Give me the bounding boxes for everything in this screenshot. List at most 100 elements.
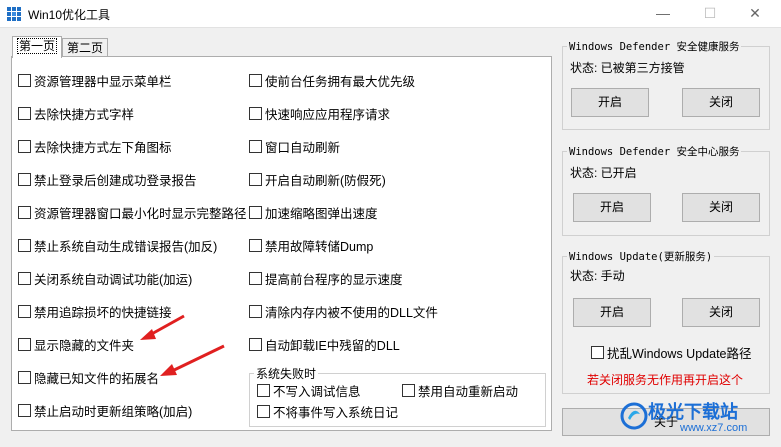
option-label: 不将事件写入系统日记 [273,405,399,420]
system-failure-group: 系统失败时 不写入调试信息 禁用自动重新启动 不将事件写入系统日记 [249,365,546,427]
windows-update-status: 状态: 手动 [570,269,625,283]
option-show-menu-bar[interactable]: 资源管理器中显示菜单栏 [18,72,172,89]
red-arrow-icon [140,314,185,340]
checkbox[interactable] [249,73,262,87]
option-remove-shortcut-text[interactable]: 去除快捷方式字样 [18,105,135,122]
checkbox[interactable] [18,106,31,120]
defender-health-title: Windows Defender 安全健康服务 [567,39,742,54]
option-label: 禁用故障转储Dump [265,239,374,254]
option-foreground-display-speed[interactable]: 提高前台程序的显示速度 [249,270,403,287]
red-arrow-icon [160,344,225,376]
option-show-full-path[interactable]: 资源管理器窗口最小化时显示完整路径 [18,204,247,221]
checkbox[interactable] [18,271,31,285]
option-no-debug-info[interactable]: 不写入调试信息 [257,382,361,399]
window-title: Win10优化工具 [28,8,111,22]
defender-health-disable-button[interactable]: 关闭 [682,88,760,117]
option-label: 去除快捷方式字样 [34,107,135,122]
checkbox[interactable] [18,139,31,153]
checkbox[interactable] [249,238,262,252]
option-label: 资源管理器窗口最小化时显示完整路径 [34,206,247,221]
checkbox[interactable] [249,139,262,153]
option-label: 显示隐藏的文件夹 [34,338,135,353]
option-disable-auto-debug[interactable]: 关闭系统自动调试功能(加运) [18,270,193,287]
option-label: 隐藏已知文件的拓展名 [34,371,160,386]
checkbox[interactable] [249,337,262,351]
option-disable-gp-update[interactable]: 禁止启动时更新组策略(加启) [18,402,193,419]
windows-update-disable-button[interactable]: 关闭 [682,298,760,327]
option-disable-dump[interactable]: 禁用故障转储Dump [249,237,374,254]
defender-center-title: Windows Defender 安全中心服务 [567,144,742,159]
checkbox[interactable] [18,73,31,87]
option-scramble-update-path[interactable]: 扰乱Windows Update路径 [591,344,752,361]
close-button[interactable]: ✕ [735,0,775,28]
option-label: 使前台任务拥有最大优先级 [265,74,416,89]
option-no-event-log[interactable]: 不将事件写入系统日记 [257,403,399,420]
option-auto-refresh-antifreeze[interactable]: 开启自动刷新(防假死) [249,171,386,188]
option-foreground-priority[interactable]: 使前台任务拥有最大优先级 [249,72,416,89]
checkbox[interactable] [249,172,262,186]
checkbox[interactable] [249,271,262,285]
option-label: 禁止启动时更新组策略(加启) [34,404,193,419]
option-thumbnail-speed[interactable]: 加速缩略图弹出速度 [249,204,378,221]
option-label: 清除内存内被不使用的DLL文件 [265,305,438,320]
defender-center-enable-button[interactable]: 开启 [573,193,651,222]
checkbox[interactable] [591,345,604,359]
defender-center-disable-button[interactable]: 关闭 [682,193,760,222]
option-remove-shortcut-arrow[interactable]: 去除快捷方式左下角图标 [18,138,172,155]
option-disable-auto-restart[interactable]: 禁用自动重新启动 [402,382,519,399]
option-label: 资源管理器中显示菜单栏 [34,74,172,89]
system-failure-title: 系统失败时 [254,365,319,382]
option-label: 扰乱Windows Update路径 [607,346,752,361]
option-label: 关闭系统自动调试功能(加运) [34,272,193,287]
option-label: 禁用自动重新启动 [418,384,519,399]
defender-center-status: 状态: 已开启 [570,166,637,180]
checkbox[interactable] [18,238,31,252]
checkbox[interactable] [18,370,31,384]
checkbox[interactable] [18,172,31,186]
checkbox[interactable] [402,383,415,397]
tab-page-1[interactable]: 第一页 [12,36,63,58]
tab-page-1-label: 第一页 [17,38,58,54]
maximize-button[interactable]: ☐ [690,0,730,28]
checkbox[interactable] [18,304,31,318]
checkbox[interactable] [249,304,262,318]
checkbox[interactable] [257,383,270,397]
option-window-auto-refresh[interactable]: 窗口自动刷新 [249,138,340,155]
title-bar: Win10优化工具 — ☐ ✕ [0,0,781,28]
minimize-button[interactable]: — [643,0,683,28]
defender-health-group: Windows Defender 安全健康服务 状态: 已被第三方接管 开启 关… [562,39,770,130]
option-show-hidden-folders[interactable]: 显示隐藏的文件夹 [18,336,135,353]
windows-update-enable-button[interactable]: 开启 [573,298,651,327]
about-button[interactable]: 关于 [562,408,770,436]
option-clear-unused-dll[interactable]: 清除内存内被不使用的DLL文件 [249,303,438,320]
windows-update-title: Windows Update(更新服务) [567,249,715,264]
tab-page-2-label: 第二页 [67,41,104,55]
checkbox[interactable] [249,205,262,219]
option-label: 禁止系统自动生成错误报告(加反) [34,239,218,254]
windows-update-group: Windows Update(更新服务) 状态: 手动 开启 关闭 扰乱Wind… [562,249,770,394]
checkbox[interactable] [18,337,31,351]
tab-panel: 资源管理器中显示菜单栏 去除快捷方式字样 去除快捷方式左下角图标 禁止登录后创建… [11,56,552,431]
option-label: 去除快捷方式左下角图标 [34,140,172,155]
checkbox[interactable] [18,403,31,417]
warning-note: 若关闭服务无作用再开启这个 [587,373,744,387]
checkbox[interactable] [249,106,262,120]
option-hide-known-extensions[interactable]: 隐藏已知文件的拓展名 [18,369,160,386]
option-label: 不写入调试信息 [273,384,361,399]
option-fast-response[interactable]: 快速响应应用程序请求 [249,105,391,122]
checkbox[interactable] [257,404,270,418]
tab-page-2[interactable]: 第二页 [62,38,109,58]
defender-center-group: Windows Defender 安全中心服务 状态: 已开启 开启 关闭 [562,144,770,236]
option-label: 提高前台程序的显示速度 [265,272,403,287]
option-label: 加速缩略图弹出速度 [265,206,378,221]
defender-health-enable-button[interactable]: 开启 [571,88,649,117]
defender-health-status: 状态: 已被第三方接管 [570,61,685,75]
option-disable-login-report[interactable]: 禁止登录后创建成功登录报告 [18,171,197,188]
option-label: 快速响应应用程序请求 [265,107,391,122]
option-disable-error-report[interactable]: 禁止系统自动生成错误报告(加反) [18,237,218,254]
checkbox[interactable] [18,205,31,219]
option-label: 禁止登录后创建成功登录报告 [34,173,197,188]
option-unload-ie-dll[interactable]: 自动卸载IE中残留的DLL [249,336,400,353]
option-label: 自动卸载IE中残留的DLL [265,338,400,353]
option-label: 开启自动刷新(防假死) [265,173,386,188]
